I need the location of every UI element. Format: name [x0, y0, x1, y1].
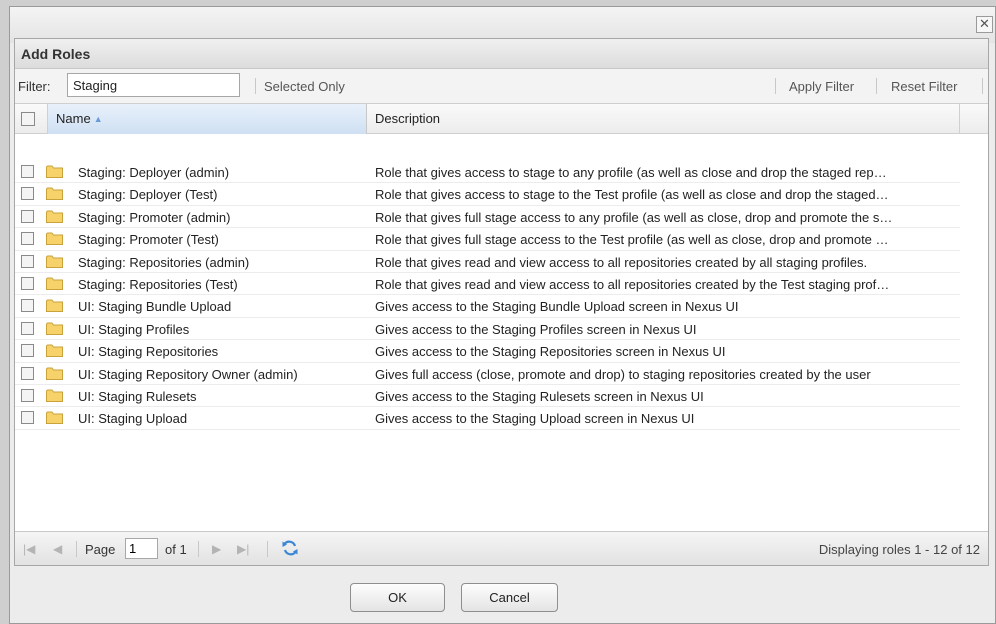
roles-grid-body: Staging: Deployer (admin) Role that gives… [15, 161, 960, 430]
panel-title: Add Roles [15, 39, 988, 69]
column-header-description[interactable]: Description [367, 104, 960, 134]
folder-icon [46, 165, 63, 178]
row-checkbox[interactable] [21, 411, 34, 425]
folder-icon [46, 367, 63, 380]
column-header-name-label: Name [56, 111, 91, 126]
role-description: Role that gives access to stage to any p… [375, 165, 887, 180]
role-name: Staging: Promoter (admin) [78, 209, 231, 225]
row-checkbox[interactable] [21, 276, 34, 290]
role-description: Role that gives read and view access to … [375, 276, 890, 292]
folder-icon [46, 210, 63, 223]
filter-input[interactable] [67, 73, 240, 97]
refresh-icon[interactable] [281, 539, 299, 557]
folder-icon [46, 277, 63, 290]
pager-separator [76, 541, 77, 557]
role-name: UI: Staging Profiles [78, 321, 190, 337]
table-row[interactable]: UI: Staging Repository Owner (admin) Give… [15, 363, 960, 385]
table-row[interactable]: Staging: Repositories (Test) Role that gi… [15, 273, 960, 296]
role-name: Staging: Repositories (Test) [78, 276, 238, 292]
filter-toolbar: Filter: Selected Only Apply Filter Reset… [15, 69, 988, 104]
role-description: Gives full access (close, promote and dr… [375, 366, 871, 382]
pager-separator [198, 541, 199, 557]
folder-icon [46, 322, 63, 335]
table-row[interactable]: UI: Staging Bundle Upload Gives access to… [15, 295, 960, 318]
select-all-checkbox[interactable] [21, 112, 35, 126]
table-row[interactable]: UI: Staging Profiles Gives access to the … [15, 318, 960, 341]
row-checkbox[interactable] [21, 366, 34, 380]
folder-icon [46, 344, 63, 358]
role-name: Staging: Deployer (Test) [78, 187, 218, 203]
sort-ascending-icon: ▲ [93, 114, 103, 124]
prev-page-icon[interactable]: ◀ [53, 542, 62, 556]
folder-icon [46, 411, 63, 425]
role-name: UI: Staging Upload [78, 411, 188, 427]
row-checkbox[interactable] [21, 388, 34, 402]
column-header-description-label: Description [375, 111, 441, 126]
role-name: UI: Staging Repositories [78, 344, 219, 360]
toolbar-separator [982, 78, 983, 94]
role-description: Gives access to the Staging Bundle Uploa… [375, 299, 739, 315]
folder-icon [46, 232, 63, 246]
role-name: UI: Staging Bundle Upload [78, 299, 232, 315]
role-name: UI: Staging Rulesets [78, 388, 197, 404]
toolbar-separator [876, 78, 877, 94]
page-label: Page [85, 542, 116, 557]
folder-icon [46, 389, 63, 402]
cancel-button[interactable]: Cancel [461, 583, 558, 612]
page-count-label: of 1 [165, 542, 187, 557]
close-icon[interactable]: ✕ [976, 16, 993, 33]
table-row[interactable]: UI: Staging Rulesets Gives access to the … [15, 384, 960, 408]
table-row[interactable]: UI: Staging Repositories Gives access to … [15, 340, 960, 363]
row-checkbox[interactable] [21, 321, 34, 335]
role-description: Gives access to the Staging Repositories… [375, 344, 726, 360]
table-row[interactable]: Staging: Repositories (admin) Role that g… [15, 250, 960, 273]
filter-label: Filter: [18, 79, 51, 94]
selected-only-button[interactable]: Selected Only [264, 79, 345, 94]
reset-filter-button[interactable]: Reset Filter [891, 79, 957, 94]
row-checkbox[interactable] [21, 232, 34, 246]
paging-toolbar: |◀ ◀ Page of 1 ▶ ▶| Displaying roles 1 -… [15, 531, 988, 565]
role-description: Role that gives full stage access to any… [375, 209, 893, 225]
role-description: Gives access to the Staging Upload scree… [375, 411, 695, 427]
row-checkbox[interactable] [21, 299, 34, 313]
role-description: Role that gives full stage access to the… [375, 232, 889, 248]
displaying-count: Displaying roles 1 - 12 of 12 [818, 542, 980, 557]
row-checkbox[interactable] [21, 344, 34, 358]
role-description: Role that gives access to stage to the T… [375, 187, 889, 203]
last-page-icon[interactable]: ▶| [237, 542, 249, 556]
role-description: Gives access to the Staging Rulesets scr… [375, 388, 704, 404]
role-description: Role that gives read and view access to … [375, 254, 868, 270]
table-row[interactable]: UI: Staging Upload Gives access to the St… [15, 407, 960, 430]
roles-panel: Add Roles Filter: Selected Only Apply Fi… [14, 38, 989, 566]
table-row[interactable]: Staging: Promoter (Test) Role that gives … [15, 228, 960, 251]
row-checkbox[interactable] [21, 209, 34, 223]
first-page-icon[interactable]: |◀ [23, 542, 35, 556]
table-row[interactable]: Staging: Deployer (Test) Role that gives … [15, 183, 960, 206]
grid-header: Name ▲ Description [15, 104, 988, 134]
role-name: Staging: Deployer (admin) [78, 165, 230, 180]
role-name: Staging: Promoter (Test) [78, 232, 219, 248]
row-checkbox[interactable] [21, 165, 34, 178]
apply-filter-button[interactable]: Apply Filter [789, 79, 854, 94]
role-name: Staging: Repositories (admin) [78, 254, 250, 270]
toolbar-separator [255, 78, 256, 94]
folder-icon [46, 299, 63, 313]
page-number-input[interactable] [125, 538, 158, 559]
row-checkbox[interactable] [21, 187, 34, 201]
pager-separator [267, 541, 268, 557]
folder-icon [46, 255, 63, 268]
row-checkbox[interactable] [21, 254, 34, 268]
role-description: Gives access to the Staging Profiles scr… [375, 321, 697, 337]
table-row[interactable]: Staging: Deployer (admin) Role that gives… [15, 161, 960, 184]
role-name: UI: Staging Repository Owner (admin) [78, 366, 298, 382]
column-header-name[interactable]: Name ▲ [47, 104, 367, 134]
table-row[interactable]: Staging: Promoter (admin) Role that gives… [15, 205, 960, 229]
next-page-icon[interactable]: ▶ [212, 542, 221, 556]
toolbar-separator [775, 78, 776, 94]
ok-button[interactable]: OK [350, 583, 445, 612]
folder-icon [46, 187, 63, 201]
